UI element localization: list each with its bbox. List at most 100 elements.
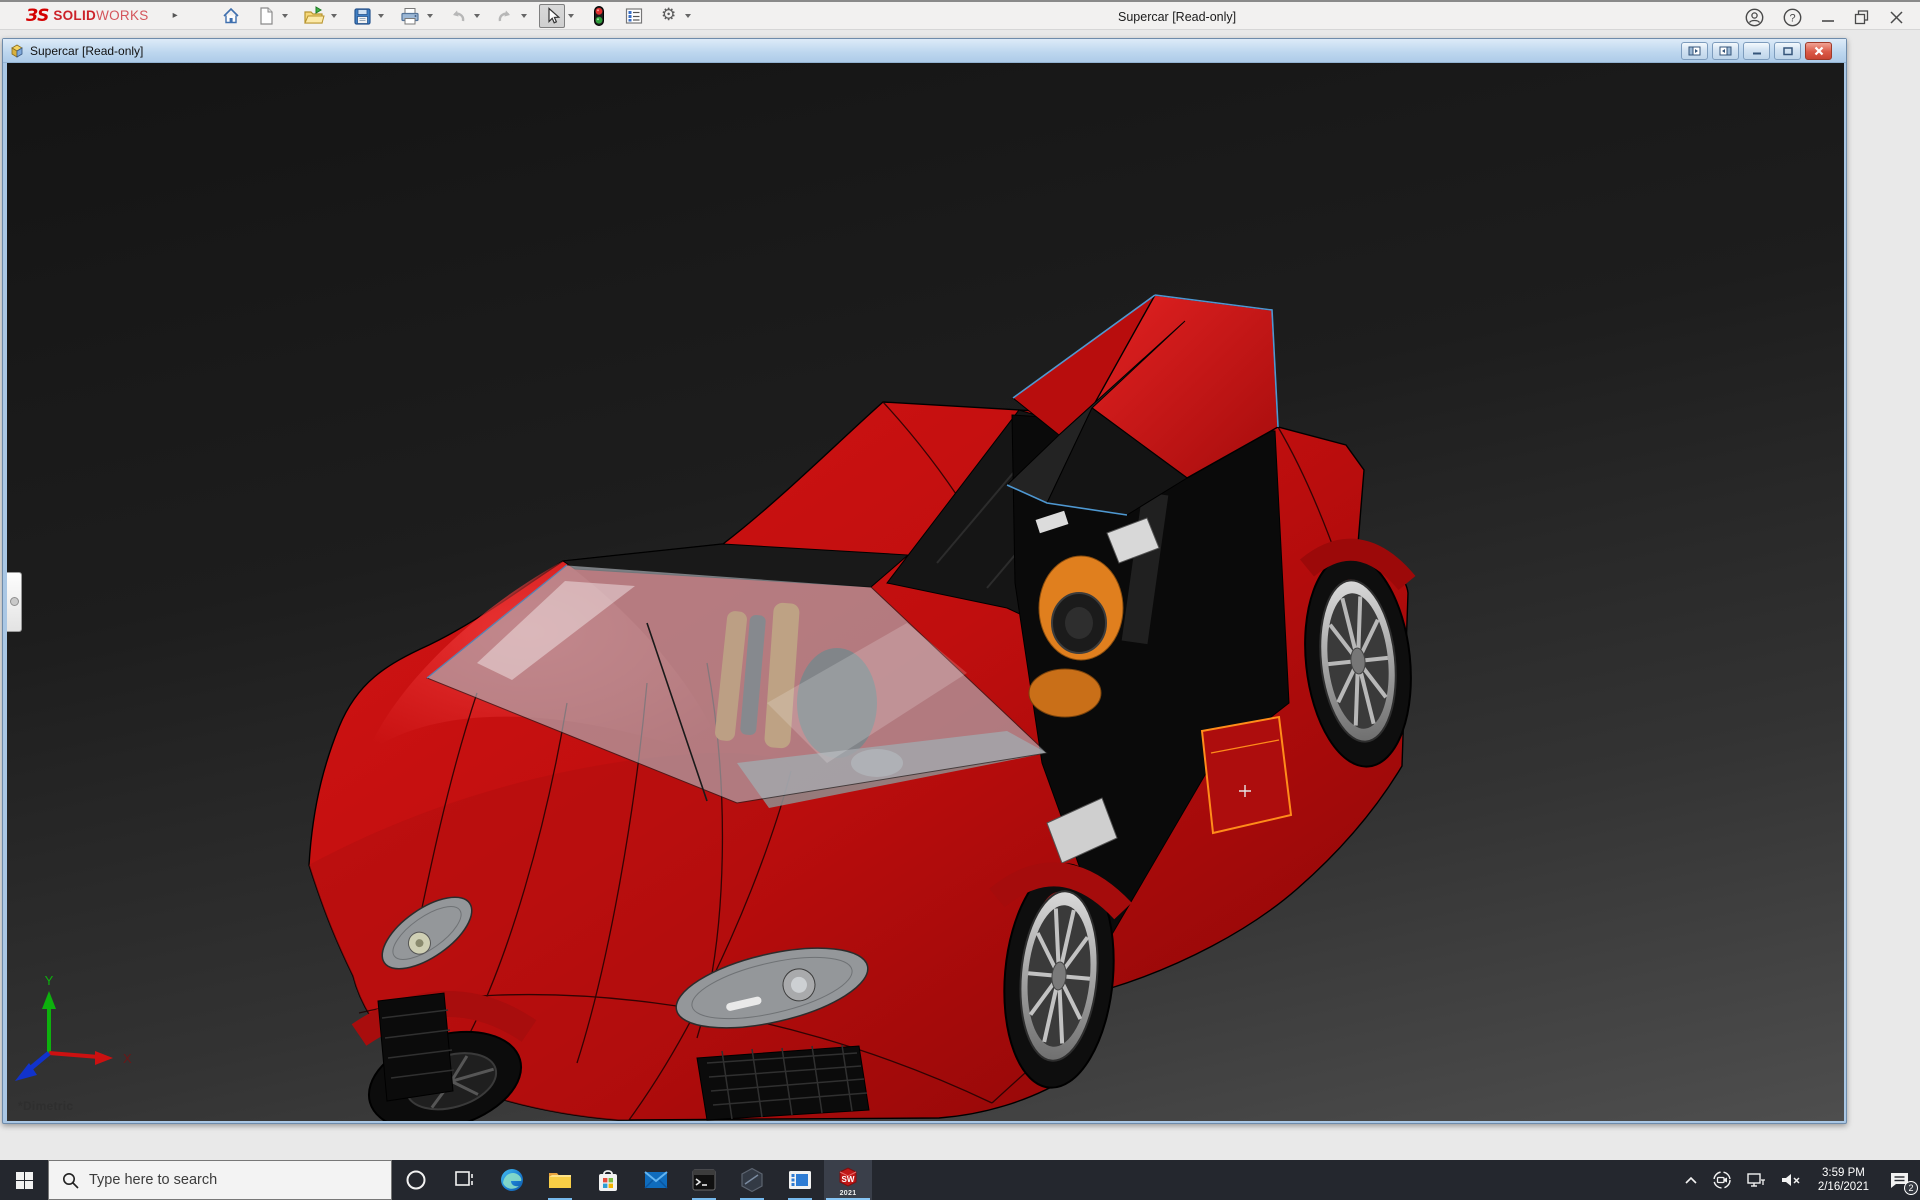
redo-icon: [498, 10, 510, 21]
open-dropdown[interactable]: [328, 4, 340, 28]
restore-icon[interactable]: [1854, 9, 1870, 25]
open-icon: [303, 5, 325, 24]
cortana-button[interactable]: [392, 1160, 440, 1200]
home-icon: [223, 7, 239, 23]
pane-left-toggle-button[interactable]: [1681, 41, 1708, 60]
print-dropdown[interactable]: [424, 4, 436, 28]
document-title: Supercar [Read-only]: [30, 43, 144, 58]
quick-access-toolbar: ⚙: [218, 1, 694, 31]
undo-dropdown[interactable]: [471, 4, 483, 28]
solidworks-app-icon: SW: [839, 1166, 857, 1187]
clock-time: 3:59 PM: [1822, 1167, 1865, 1179]
file-explorer-icon: [549, 1173, 571, 1188]
undo-button[interactable]: [445, 4, 471, 28]
taskbar-search[interactable]: [48, 1160, 392, 1200]
document-window-buttons: [1681, 41, 1846, 60]
print-button[interactable]: [396, 4, 424, 28]
close-icon[interactable]: [1889, 10, 1904, 25]
taskbar-app-media[interactable]: [776, 1160, 824, 1200]
save-button[interactable]: [349, 4, 375, 28]
document-titlebar[interactable]: Supercar [Read-only]: [3, 39, 1846, 63]
taskbar-app-command-prompt[interactable]: [680, 1160, 728, 1200]
graphics-viewport[interactable]: Y X *Dimetric: [7, 63, 1844, 1121]
window-controls: ?: [1745, 2, 1920, 32]
system-tray: 3:59 PM 2/16/2021 2: [1677, 1160, 1920, 1200]
options-dropdown[interactable]: [682, 4, 694, 28]
assembly-icon: [11, 44, 23, 58]
select-cursor-icon: [548, 6, 560, 24]
open-button[interactable]: [300, 4, 328, 28]
select-button[interactable]: [538, 3, 565, 28]
solidworks-year-label: 2021: [839, 1190, 857, 1197]
mail-icon: [644, 1171, 668, 1189]
minimize-icon[interactable]: [1821, 10, 1835, 24]
volume-button[interactable]: [1773, 1160, 1809, 1200]
redo-dropdown[interactable]: [518, 4, 530, 28]
redo-button[interactable]: [492, 4, 518, 28]
meet-now-button[interactable]: [1705, 1160, 1739, 1200]
doc-close-button[interactable]: [1805, 41, 1832, 60]
save-icon: [354, 7, 371, 25]
taskbar-app-store[interactable]: [584, 1160, 632, 1200]
app-titlebar: ЗS SOLID WORKS ▸ ⚙ Supercar [Read-only] …: [0, 0, 1920, 30]
home-button[interactable]: [218, 4, 244, 28]
selected-rocker-panel: [1200, 715, 1293, 835]
file-properties-button[interactable]: [621, 4, 647, 28]
account-icon[interactable]: [1745, 8, 1764, 27]
help-icon[interactable]: ?: [1783, 8, 1802, 27]
solidworks-3s-icon: ЗS: [26, 5, 49, 26]
print-icon: [401, 7, 419, 24]
edge-icon: [501, 1169, 523, 1191]
taskbar-app-edge[interactable]: [488, 1160, 536, 1200]
undo-icon: [452, 10, 464, 21]
mdi-workspace: Supercar [Read-only] Y X *Dimetric: [0, 30, 1920, 1160]
taskbar-clock[interactable]: 3:59 PM 2/16/2021: [1809, 1160, 1878, 1200]
svg-text:X: X: [123, 1051, 132, 1066]
options-button[interactable]: ⚙: [656, 4, 682, 28]
view-orientation-label: *Dimetric: [18, 1099, 74, 1113]
start-button[interactable]: [0, 1160, 48, 1200]
doc-minimize-icon: [1752, 52, 1761, 54]
document-window: Supercar [Read-only] Y X *Dimetric: [2, 38, 1847, 1124]
store-icon: [599, 1170, 617, 1191]
svg-text:?: ?: [1789, 12, 1795, 24]
media-app-icon: [789, 1171, 811, 1189]
hidden-icons-button[interactable]: [1677, 1160, 1705, 1200]
new-document-icon: [260, 6, 273, 25]
task-view-button[interactable]: [440, 1160, 488, 1200]
cortana-icon: [406, 1170, 426, 1190]
network-icon: [1747, 1173, 1765, 1187]
task-view-icon: [455, 1171, 473, 1186]
gear-icon: ⚙: [661, 5, 677, 25]
search-input[interactable]: [89, 1172, 349, 1188]
volume-muted-icon: [1781, 1174, 1800, 1186]
menu-flyout-arrow[interactable]: ▸: [173, 10, 178, 21]
taskbar-app-mail[interactable]: [632, 1160, 680, 1200]
doc-restore-icon: [1782, 46, 1793, 55]
doc-restore-button[interactable]: [1774, 41, 1801, 60]
hexagon-app-icon: [741, 1167, 763, 1193]
save-dropdown[interactable]: [375, 4, 387, 28]
windows-taskbar: SW 2021 3:59 PM: [0, 1160, 1920, 1200]
new-document-button[interactable]: [253, 4, 279, 28]
solidworks-logo: ЗS SOLID WORKS ▸: [0, 6, 178, 26]
brand-solid: SOLID: [53, 8, 97, 23]
doc-minimize-button[interactable]: [1743, 41, 1770, 60]
select-dropdown[interactable]: [565, 4, 577, 28]
taskbar-app-file-explorer[interactable]: [536, 1160, 584, 1200]
network-button[interactable]: [1739, 1160, 1773, 1200]
notification-badge: 2: [1904, 1181, 1918, 1195]
taskbar-app-hexagon[interactable]: [728, 1160, 776, 1200]
pane-left-icon: [1688, 46, 1701, 55]
meet-now-icon: [1713, 1171, 1731, 1189]
app-title: Supercar [Read-only]: [1118, 10, 1237, 24]
taskbar-app-solidworks[interactable]: SW 2021: [824, 1160, 872, 1200]
brand-works: WORKS: [96, 8, 149, 23]
featuremanager-flyout-tab[interactable]: [7, 572, 22, 632]
action-center-button[interactable]: 2: [1878, 1160, 1920, 1200]
supercar-3d-model: Y X: [15, 294, 1416, 1121]
pane-right-toggle-button[interactable]: [1712, 41, 1739, 60]
rebuild-button[interactable]: [586, 4, 612, 28]
new-document-dropdown[interactable]: [279, 4, 291, 28]
windows-logo-icon: [15, 1171, 33, 1189]
